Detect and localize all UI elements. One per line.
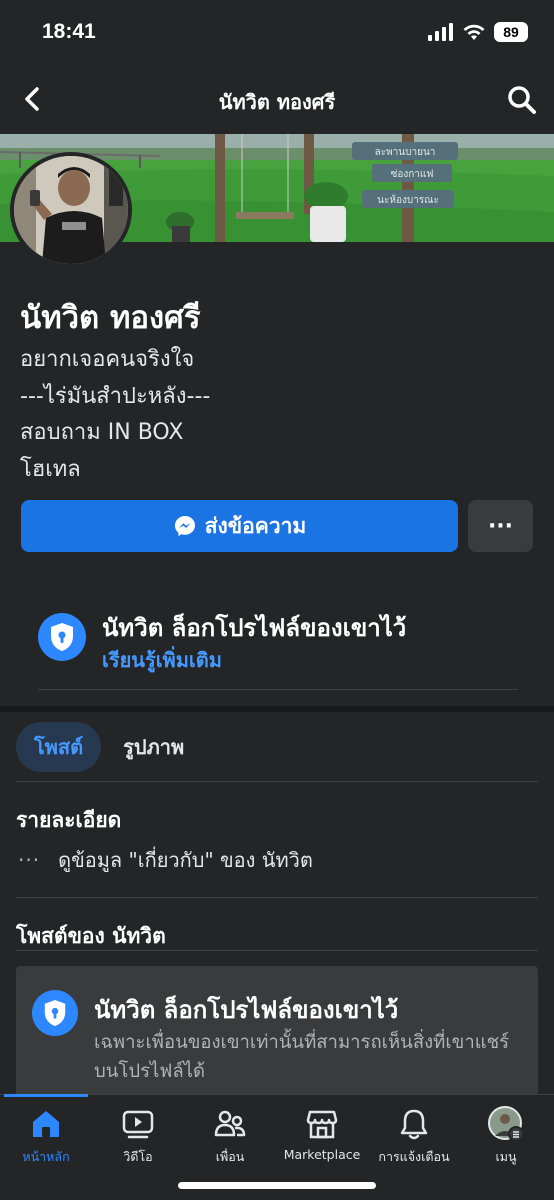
search-icon <box>508 86 536 114</box>
video-icon <box>122 1110 154 1139</box>
about-info-link[interactable]: ··· ดูข้อมูล "เกี่ยวกับ" ของ นัทวิต <box>18 844 313 876</box>
send-message-button[interactable]: ส่งข้อความ <box>21 500 458 552</box>
nav-marketplace[interactable]: Marketplace <box>276 1107 368 1167</box>
nav-video-label: วิดีโอ <box>123 1149 153 1164</box>
posts-heading: โพสต์ของ นัทวิต <box>16 924 166 948</box>
nav-menu[interactable]: เมนู <box>460 1106 552 1167</box>
profile-name: นัทวิต ทองศรี <box>20 300 201 336</box>
nav-marketplace-label: Marketplace <box>283 1147 361 1162</box>
status-icons: 89 <box>428 22 528 42</box>
divider <box>16 897 538 898</box>
locked-profile-title: นัทวิต ล็อกโปรไฟล์ของเขาไว้ <box>102 614 407 642</box>
more-icon: ··· <box>487 513 514 539</box>
battery-indicator: 89 <box>494 22 528 42</box>
cover-sign-3: นะห้องบารณะ <box>377 194 439 206</box>
more-dots-icon: ··· <box>18 848 41 872</box>
nav-home-label: หน้าหลัก <box>22 1149 70 1164</box>
search-button[interactable] <box>506 84 538 116</box>
menu-avatar-icon <box>488 1106 524 1142</box>
locked-profile-notice: นัทวิต ล็อกโปรไฟล์ของเขาไว้ เรียนรู้เพิ่… <box>38 604 518 690</box>
shield-lock-icon <box>38 613 86 661</box>
nav-friends[interactable]: เพื่อน <box>184 1107 276 1167</box>
shield-lock-icon <box>32 990 78 1036</box>
cover-sign-2: ซ่องกาแฟ <box>391 169 434 180</box>
locked-posts-card: นัทวิต ล็อกโปรไฟล์ของเขาไว้ เฉพาะเพื่อนข… <box>16 966 538 1096</box>
divider <box>16 950 538 951</box>
status-time: 18:41 <box>42 20 96 43</box>
nav-menu-label: เมนู <box>495 1149 517 1164</box>
profile-bio: อยากเจอคนจริงใจ ---ไร่มันสำปะหลัง--- สอบ… <box>20 342 210 488</box>
profile-tabs: โพสต์ รูปภาพ <box>16 722 206 772</box>
page-title: นัทวิต ทองศรี <box>218 90 336 114</box>
cover-sign-1: ละพานบายนา <box>375 147 436 158</box>
nav-friends-label: เพื่อน <box>215 1149 245 1164</box>
nav-video[interactable]: วิดีโอ <box>92 1107 184 1167</box>
avatar-photo <box>14 156 128 264</box>
nav-notifications-label: การแจ้งเตือน <box>378 1149 450 1164</box>
home-indicator <box>178 1182 376 1189</box>
more-options-button[interactable]: ··· <box>468 500 533 552</box>
tab-photos[interactable]: รูปภาพ <box>101 722 206 772</box>
bell-icon <box>400 1109 428 1140</box>
home-icon <box>33 1111 59 1137</box>
wifi-icon <box>463 24 485 40</box>
learn-more-link[interactable]: เรียนรู้เพิ่มเติม <box>102 644 222 676</box>
bio-line: อยากเจอคนจริงใจ <box>20 347 195 372</box>
about-info-text: ดูข้อมูล "เกี่ยวกับ" ของ นัทวิต <box>58 848 313 872</box>
friends-icon <box>214 1110 246 1137</box>
marketplace-icon <box>306 1110 338 1139</box>
nav-home[interactable]: หน้าหลัก <box>0 1107 92 1167</box>
profile-avatar[interactable] <box>10 152 132 268</box>
tab-posts[interactable]: โพสต์ <box>16 722 102 772</box>
cellular-signal-icon <box>428 23 453 41</box>
nav-header: นัทวิต ทองศรี <box>0 66 554 134</box>
send-message-label: ส่งข้อความ <box>204 513 307 538</box>
bio-line: สอบถาม IN BOX <box>20 420 184 445</box>
active-tab-indicator <box>4 1094 88 1097</box>
status-bar: 18:41 89 <box>0 0 554 66</box>
section-divider <box>0 706 554 712</box>
nav-notifications[interactable]: การแจ้งเตือน <box>368 1107 460 1167</box>
details-heading: รายละเอียด <box>16 808 122 832</box>
divider <box>16 781 538 782</box>
avatar <box>14 156 128 264</box>
locked-posts-title: นัทวิต ล็อกโปรไฟล์ของเขาไว้ <box>94 996 399 1024</box>
bio-line: โฮเทล <box>20 456 81 482</box>
messenger-icon <box>174 516 195 536</box>
locked-posts-description: เฉพาะเพื่อนของเขาเท่านั้นที่สามารถเห็นสิ… <box>94 1032 510 1082</box>
bio-line: ---ไร่มันสำปะหลัง--- <box>20 383 211 409</box>
